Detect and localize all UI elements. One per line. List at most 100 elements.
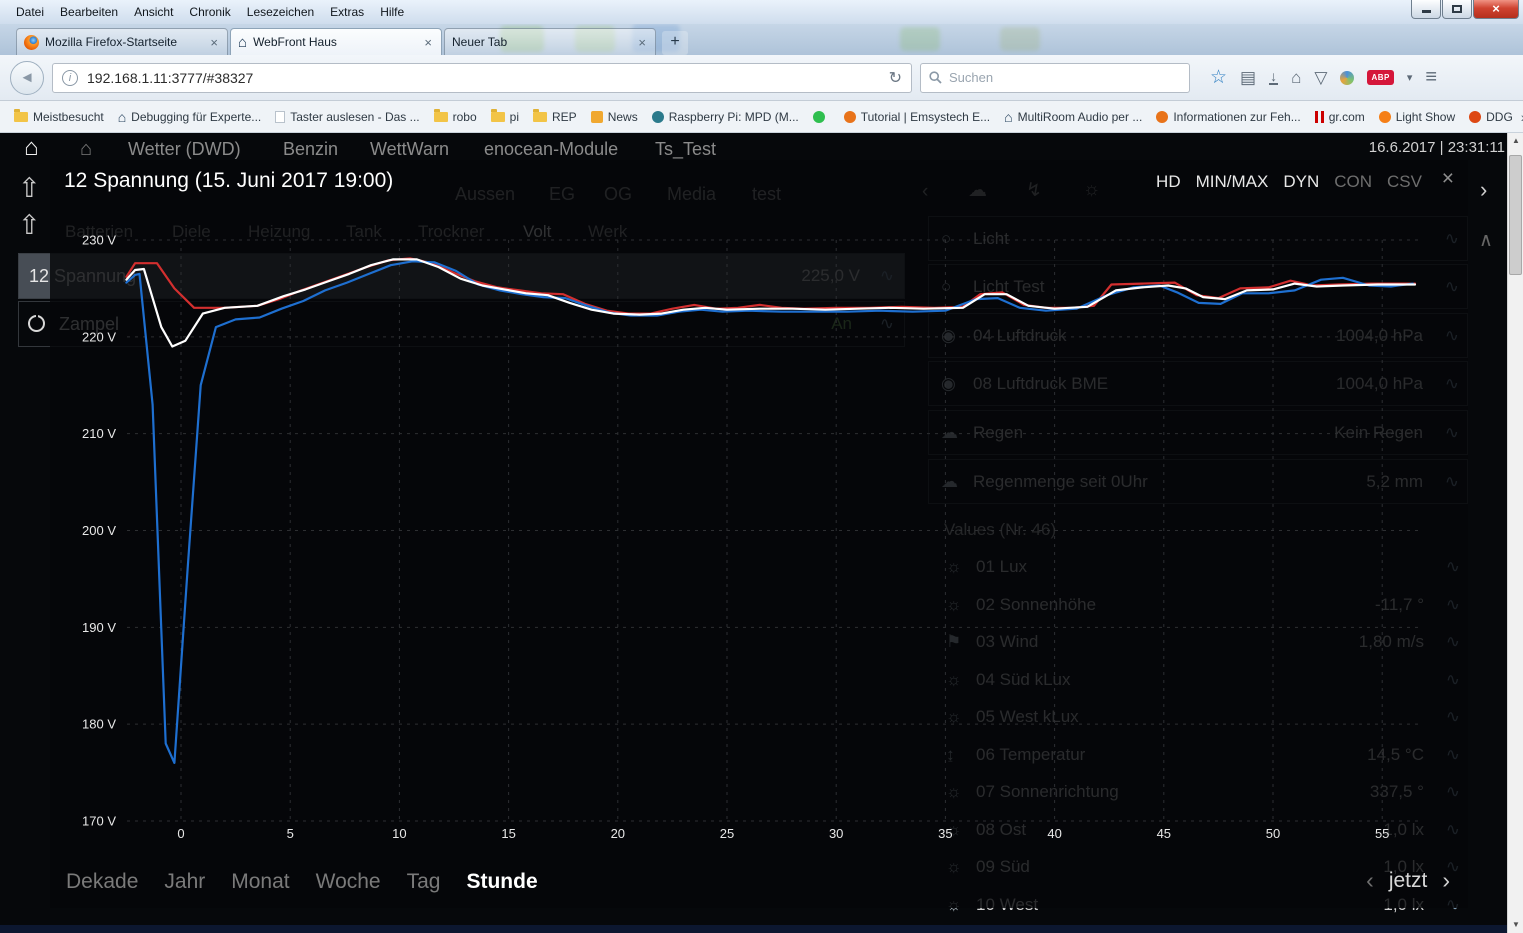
scroll-down-icon[interactable]: ▼	[1508, 917, 1523, 933]
tab-close-icon[interactable]: ×	[422, 35, 434, 50]
menu-ansicht[interactable]: Ansicht	[126, 2, 181, 22]
option-csv[interactable]: CSV	[1387, 172, 1422, 192]
menu-hamburger-icon[interactable]: ≡	[1425, 66, 1437, 89]
bookmark-item[interactable]: pi	[485, 107, 525, 127]
bookmark-item[interactable]: Meistbesucht	[8, 107, 110, 127]
bookmark-label: Taster auslesen - Das ...	[290, 110, 419, 124]
tab-close-icon[interactable]: ×	[636, 35, 648, 50]
tab-firefox-start[interactable]: Mozilla Firefox-Startseite ×	[16, 28, 228, 55]
option-dyn[interactable]: DYN	[1283, 172, 1319, 192]
bookmarks-toolbar: Meistbesucht ⌂Debugging für Experte... T…	[0, 101, 1523, 133]
x-axis-label: 35	[938, 826, 952, 841]
range-stunde[interactable]: Stunde	[466, 870, 537, 894]
tab-neuer-tab[interactable]: Neuer Tab ×	[444, 28, 656, 55]
tab-label: Neuer Tab	[452, 35, 630, 49]
x-axis-label: 10	[392, 826, 406, 841]
bookmark-item[interactable]: REP	[527, 107, 583, 127]
bookmark-item[interactable]: Raspberry Pi: MPD (M...	[646, 107, 805, 127]
bookmark-item[interactable]: News	[585, 107, 644, 127]
series-line-max	[126, 258, 1415, 313]
range-woche[interactable]: Woche	[316, 870, 381, 894]
bookmark-item[interactable]: Informationen zur Feh...	[1150, 107, 1306, 127]
abp-dropdown-icon[interactable]: ▾	[1407, 71, 1413, 84]
collapse-caret-icon[interactable]: ∧	[1479, 229, 1493, 252]
close-window-button[interactable]: ×	[1473, 0, 1519, 19]
bookmark-item[interactable]	[807, 108, 836, 126]
folder-icon	[14, 112, 28, 122]
menu-datei[interactable]: Datei	[8, 2, 52, 22]
tab-label: WebFront Haus	[253, 35, 416, 49]
page-up-arrow-icon[interactable]: ⇧	[18, 210, 41, 241]
url-bar[interactable]: i 192.168.1.11:3777/#38327 ↻	[52, 63, 912, 93]
reload-icon[interactable]: ↻	[889, 68, 902, 88]
time-navigation: ‹ jetzt ›	[1366, 867, 1450, 894]
x-axis-label: 55	[1375, 826, 1389, 841]
x-axis-label: 0	[177, 826, 184, 841]
scroll-up-icon[interactable]: ▲	[1508, 133, 1523, 149]
maximize-button[interactable]	[1442, 0, 1472, 19]
pocket-icon[interactable]: ▽	[1314, 68, 1327, 88]
search-icon	[929, 71, 942, 84]
webfront-home2-icon[interactable]: ⌂	[80, 138, 92, 161]
bookmark-label: MultiRoom Audio per ...	[1018, 110, 1143, 124]
url-text[interactable]: 192.168.1.11:3777/#38327	[87, 70, 880, 86]
library-icon[interactable]: ▤	[1240, 68, 1256, 88]
minimize-button[interactable]	[1411, 0, 1441, 19]
prev-chevron-icon[interactable]: ‹	[1366, 867, 1374, 894]
bookmark-item[interactable]: Light Show	[1373, 107, 1461, 127]
range-tag[interactable]: Tag	[407, 870, 441, 894]
scrollbar-thumb[interactable]	[1509, 155, 1522, 275]
range-dekade[interactable]: Dekade	[66, 870, 138, 894]
site-info-icon[interactable]: i	[62, 70, 78, 86]
bookmark-label: Raspberry Pi: MPD (M...	[669, 110, 799, 124]
menu-lesezeichen[interactable]: Lesezeichen	[239, 2, 322, 22]
option-con[interactable]: CON	[1334, 172, 1372, 192]
bookmark-item[interactable]: DDG	[1463, 107, 1519, 127]
menu-chronik[interactable]: Chronik	[181, 2, 238, 22]
folder-icon	[434, 112, 448, 122]
news-icon	[591, 111, 603, 123]
range-monat[interactable]: Monat	[231, 870, 289, 894]
jetzt-button[interactable]: jetzt	[1389, 869, 1428, 893]
bookmark-label: Meistbesucht	[33, 110, 104, 124]
new-tab-button[interactable]: +	[662, 31, 688, 55]
bookmark-item[interactable]: Taster auslesen - Das ...	[269, 107, 425, 127]
raspberry-icon	[652, 111, 664, 123]
page-up-arrow-icon[interactable]: ⇧	[18, 173, 41, 204]
range-jahr[interactable]: Jahr	[164, 870, 205, 894]
red-bars-icon	[1315, 111, 1324, 123]
webfront-home-icon[interactable]: ⌂	[24, 134, 39, 162]
y-axis-label: 220 V	[82, 329, 116, 344]
menu-bearbeiten[interactable]: Bearbeiten	[52, 2, 126, 22]
menu-hilfe[interactable]: Hilfe	[372, 2, 412, 22]
back-button[interactable]: ◄	[10, 61, 44, 95]
option-minmax[interactable]: MIN/MAX	[1196, 172, 1269, 192]
menu-extras[interactable]: Extras	[322, 2, 372, 22]
bookmark-item[interactable]: ⌂MultiRoom Audio per ...	[998, 107, 1148, 127]
extension-icon[interactable]	[1340, 71, 1354, 85]
adblock-plus-icon[interactable]: ABP	[1367, 70, 1393, 85]
bookmark-item[interactable]: ⌂Debugging für Experte...	[112, 107, 268, 127]
bookmark-item[interactable]: gr.com	[1309, 107, 1371, 127]
toolbar-icons: ☆ ▤ ↓ ⌂ ▽ ABP ▾ ≡	[1210, 66, 1437, 89]
download-icon[interactable]: ↓	[1269, 70, 1278, 85]
tab-close-icon[interactable]: ×	[208, 35, 220, 50]
chevron-right-icon[interactable]: ›	[1480, 177, 1487, 203]
close-icon[interactable]: ×	[1442, 167, 1454, 191]
bookmark-star-icon[interactable]: ☆	[1210, 66, 1227, 89]
folder-icon	[533, 112, 547, 122]
y-axis-label: 210 V	[82, 426, 116, 441]
chart-modal: 230 V220 V210 V200 V190 V180 V170 V05101…	[50, 160, 1468, 908]
info-icon	[1156, 111, 1168, 123]
option-hd[interactable]: HD	[1156, 172, 1181, 192]
home-icon[interactable]: ⌂	[1291, 68, 1301, 88]
bookmark-label: robo	[453, 110, 477, 124]
bookmark-item[interactable]: Tutorial | Emsystech E...	[838, 107, 996, 127]
light-show-icon	[1379, 111, 1391, 123]
next-chevron-icon[interactable]: ›	[1442, 867, 1450, 894]
tab-webfront-haus[interactable]: ⌂ WebFront Haus ×	[230, 28, 442, 55]
search-bar[interactable]: Suchen	[920, 63, 1190, 93]
bookmark-label: Tutorial | Emsystech E...	[861, 110, 990, 124]
bookmark-item[interactable]: robo	[428, 107, 483, 127]
page-scrollbar[interactable]: ▲ ▼	[1507, 133, 1523, 933]
